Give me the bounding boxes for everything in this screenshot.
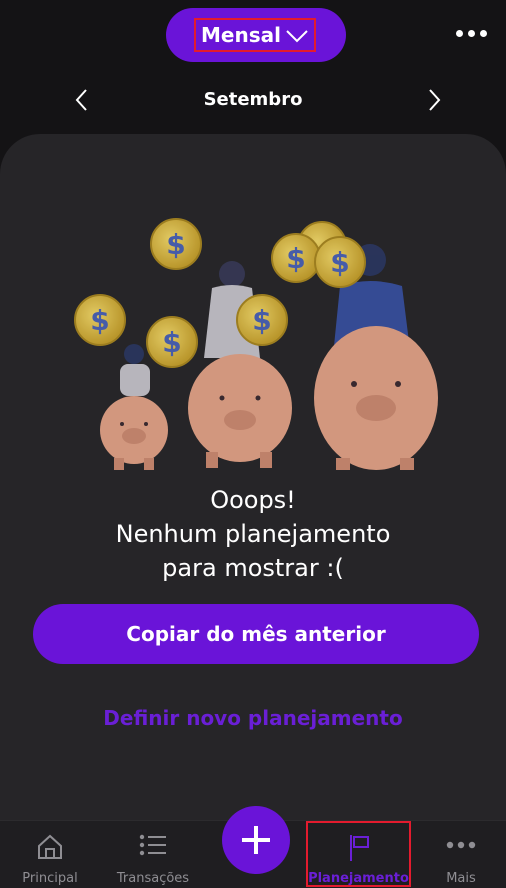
list-icon [139,834,166,856]
more-options-icon[interactable] [456,26,488,40]
home-icon [38,834,62,859]
empty-state-line: para mostrar :( [162,554,344,582]
chevron-down-icon [286,30,308,43]
copy-previous-month-button[interactable]: Copiar do mês anterior [33,604,479,664]
empty-state-line: Nenhum planejamento [115,520,391,548]
nav-item-principal[interactable]: Principal [14,821,86,888]
nav-label-transacoes: Transações [116,871,190,886]
nav-item-mais[interactable]: Mais [426,821,496,888]
svg-text:$: $ [166,228,185,261]
flag-icon [349,835,369,861]
nav-label-principal: Principal [22,871,78,886]
svg-text:$: $ [252,304,271,337]
empty-state-title: Ooops! [210,486,296,514]
define-new-plan-link[interactable]: Definir novo planejamento [0,706,506,730]
period-selector-pill[interactable]: Mensal [166,8,346,62]
svg-text:$: $ [330,246,349,279]
add-transaction-button[interactable] [222,806,290,874]
plus-icon [242,826,270,854]
svg-text:$: $ [286,242,305,275]
more-icon [446,841,476,849]
svg-text:$: $ [162,326,181,359]
period-selector-label: Mensal [201,23,281,47]
chevron-right-icon[interactable] [422,88,444,112]
nav-label-mais: Mais [446,871,476,886]
nav-item-transacoes[interactable]: Transações [110,821,196,888]
svg-text:$: $ [90,304,109,337]
nav-item-planejamento[interactable]: Planejamento [306,821,411,887]
nav-label-planejamento: Planejamento [308,871,409,886]
month-navigator: Setembro [0,80,506,120]
piggy-bank-illustration: $ $ $ $ $ $ [74,218,438,470]
period-selector[interactable]: Mensal [194,18,316,52]
